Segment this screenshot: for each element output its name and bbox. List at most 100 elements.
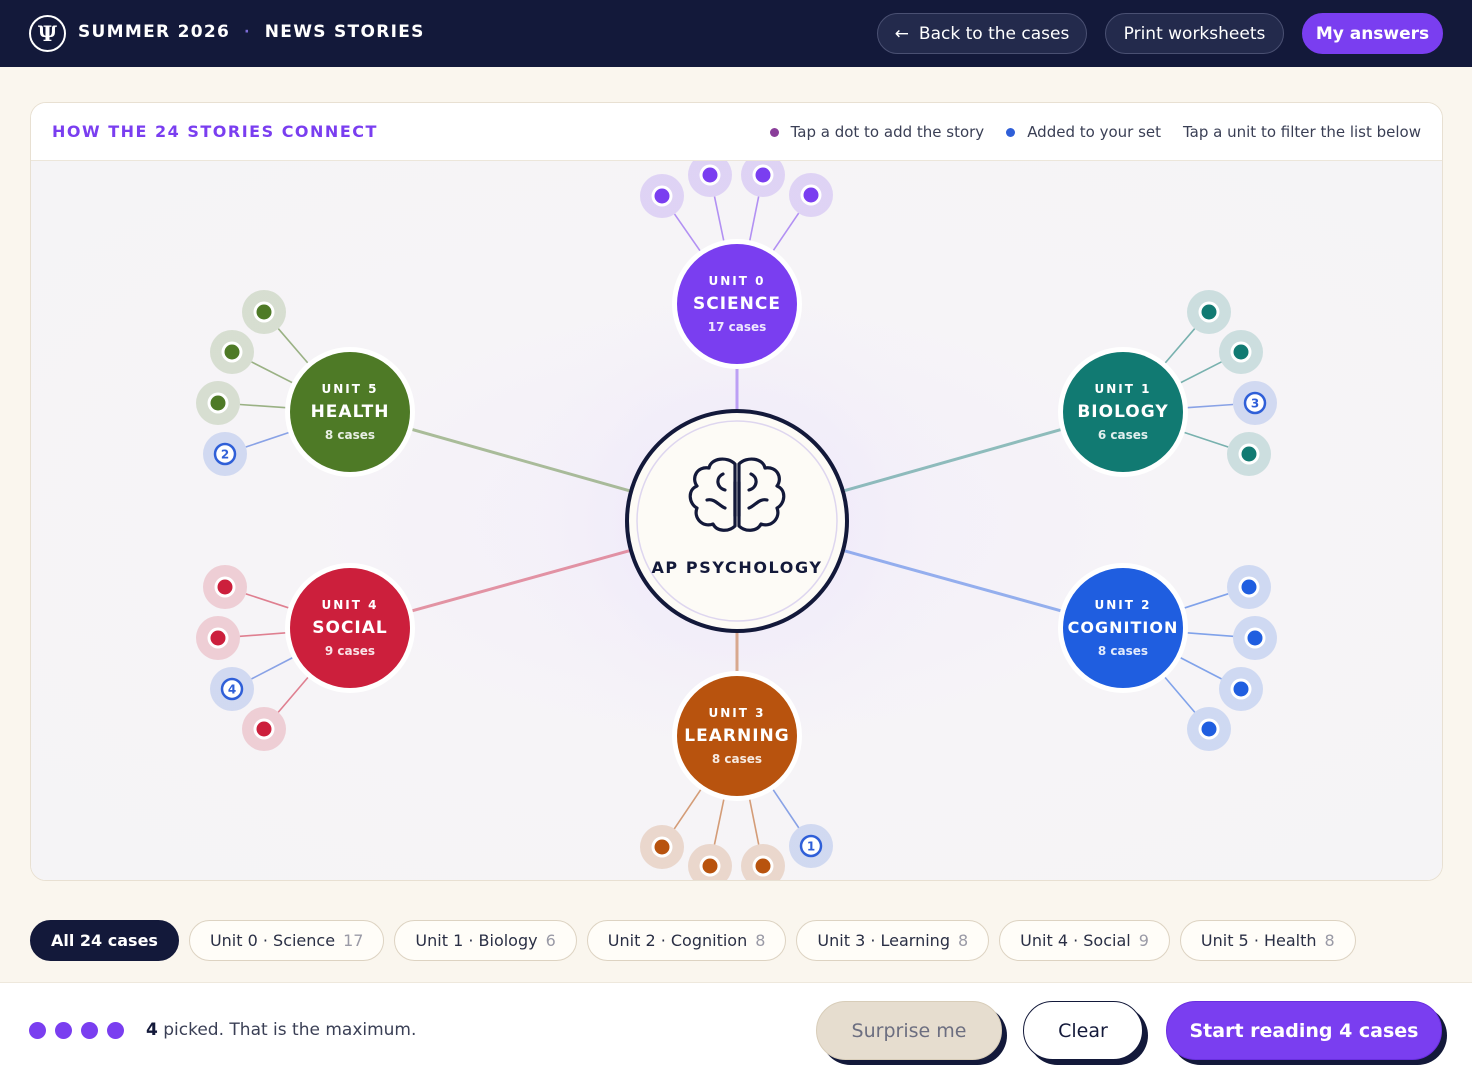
story-dot[interactable] (242, 290, 286, 334)
back-to-cases-button[interactable]: ← Back to the cases (877, 13, 1087, 54)
story-dot[interactable] (741, 844, 785, 881)
story-dot-picked[interactable]: 3 (1233, 381, 1277, 425)
brand-title: SUMMER 2026 · NEWS STORIES (78, 22, 425, 42)
story-dot-picked[interactable]: 4 (210, 667, 254, 711)
print-worksheets-button[interactable]: Print worksheets (1105, 13, 1284, 54)
story-dot-picked[interactable]: 1 (789, 824, 833, 868)
story-connector (1163, 676, 1196, 713)
story-dot[interactable] (1219, 667, 1263, 711)
story-connector (772, 212, 800, 252)
unit-node-cognition[interactable]: UNIT 2 COGNITION 8 cases (1058, 563, 1188, 693)
unit-count: 9 cases (325, 644, 375, 658)
filter-chip-unit-1[interactable]: Unit 1 · Biology 6 (394, 920, 577, 961)
story-dot-core (755, 167, 771, 183)
story-dot[interactable] (1227, 432, 1271, 476)
selection-bar: 4 picked. That is the maximum. Surprise … (0, 982, 1472, 1077)
unit-node-science[interactable]: UNIT 0 SCIENCE 17 cases (672, 239, 802, 369)
story-dot[interactable] (1233, 616, 1277, 660)
filter-chip-count: 8 (755, 931, 766, 950)
answers-label: My answers (1315, 23, 1430, 44)
filter-chip-label: Unit 5 · Health (1200, 931, 1317, 950)
start-reading-button[interactable]: Start reading 4 cases (1166, 1001, 1442, 1060)
story-dot[interactable] (210, 330, 254, 374)
story-dot[interactable] (1187, 707, 1231, 751)
story-dot[interactable] (640, 174, 684, 218)
picked-dot-icon (29, 1022, 46, 1039)
filter-chip-count: 9 (1138, 931, 1149, 950)
story-connector (239, 403, 287, 409)
unit-node-learning[interactable]: UNIT 3 LEARNING 8 cases (672, 671, 802, 801)
legend-added-label: Added to your set (1027, 123, 1161, 141)
picked-dot-icon (55, 1022, 72, 1039)
picked-dot-icon (81, 1022, 98, 1039)
story-connector (1186, 632, 1234, 638)
picked-message: 4 picked. That is the maximum. (146, 1020, 416, 1040)
center-node: AP PSYCHOLOGY (625, 409, 849, 633)
story-pick-number: 2 (221, 448, 229, 462)
story-dot[interactable] (1219, 330, 1263, 374)
filter-chip-unit-3[interactable]: Unit 3 · Learning 8 (796, 920, 990, 961)
unit-kicker: UNIT 3 (709, 706, 766, 720)
start-label: Start reading 4 cases (1189, 1019, 1419, 1042)
term-label: SUMMER 2026 (78, 22, 231, 42)
story-dot[interactable] (688, 161, 732, 197)
center-label: AP PSYCHOLOGY (651, 558, 822, 577)
story-dot-core (210, 630, 226, 646)
unit-node-social[interactable]: UNIT 4 SOCIAL 9 cases (285, 563, 415, 693)
story-dot[interactable] (1227, 565, 1271, 609)
story-dot[interactable] (688, 844, 732, 881)
story-dot-picked[interactable]: 2 (203, 432, 247, 476)
concept-map-svg: 3 1 4 2 UNIT 0 SCIENCE 17 cases UNIT 1 BIOLOGY 6 … (196, 161, 1277, 881)
story-dot[interactable] (196, 381, 240, 425)
filter-chip-label: Unit 1 · Biology (415, 931, 538, 950)
story-dot-core (1247, 630, 1263, 646)
story-dot[interactable] (242, 707, 286, 751)
story-connector (277, 676, 310, 713)
psi-logo-icon[interactable]: Ψ (29, 15, 66, 52)
picked-text: picked. That is the maximum. (157, 1020, 417, 1040)
story-dot[interactable] (741, 161, 785, 197)
story-dot-core (1201, 304, 1217, 320)
filter-chip-unit-2[interactable]: Unit 2 · Cognition 8 (586, 920, 787, 961)
story-connector (245, 431, 290, 448)
unit-node-biology[interactable]: UNIT 1 BIOLOGY 6 cases (1058, 347, 1188, 477)
story-dot[interactable] (203, 565, 247, 609)
story-connector (673, 213, 702, 252)
filter-chip-unit-4[interactable]: Unit 4 · Social 9 (999, 920, 1170, 961)
filter-chip-label: All 24 cases (51, 931, 158, 950)
clear-button[interactable]: Clear (1023, 1001, 1143, 1060)
unit-node-health[interactable]: UNIT 5 HEALTH 8 cases (285, 347, 415, 477)
section-label: NEWS STORIES (264, 22, 425, 42)
filter-chip-count: 8 (957, 931, 969, 950)
story-dot[interactable] (196, 616, 240, 660)
legend-added: Added to your set (1006, 123, 1161, 141)
picked-dots (29, 1022, 124, 1039)
story-dot[interactable] (1187, 290, 1231, 334)
filter-chip-count: 17 (343, 931, 364, 950)
filter-chip-unit-0[interactable]: Unit 0 · Science 17 (188, 920, 385, 961)
filter-chip-unit-5[interactable]: Unit 5 · Health 8 (1179, 920, 1356, 961)
unit-count: 8 cases (712, 752, 762, 766)
story-dot-core (1241, 446, 1257, 462)
story-dot[interactable] (789, 173, 833, 217)
surprise-me-button[interactable]: Surprise me (816, 1001, 1002, 1060)
map-legend: Tap a dot to add the story Added to your… (748, 123, 1421, 141)
story-connector (772, 788, 800, 829)
story-dot[interactable] (640, 825, 684, 869)
story-pick-number: 4 (228, 683, 236, 697)
story-dot-core (1233, 681, 1249, 697)
unit-kicker: UNIT 5 (322, 382, 379, 396)
story-dot-core (702, 858, 718, 874)
unit-name: BIOLOGY (1077, 402, 1168, 422)
story-connector (251, 656, 294, 680)
filter-chip-count: 6 (545, 931, 556, 950)
my-answers-button[interactable]: My answers (1302, 13, 1443, 54)
story-dot-core (1241, 579, 1257, 595)
story-dot-core (803, 187, 819, 203)
story-connector (748, 798, 760, 845)
brand-separator: · (244, 24, 251, 40)
filter-chip-all[interactable]: All 24 cases (30, 920, 179, 961)
unit-count: 6 cases (1098, 428, 1148, 442)
story-dot-core (654, 839, 670, 855)
clear-label: Clear (1058, 1019, 1108, 1042)
